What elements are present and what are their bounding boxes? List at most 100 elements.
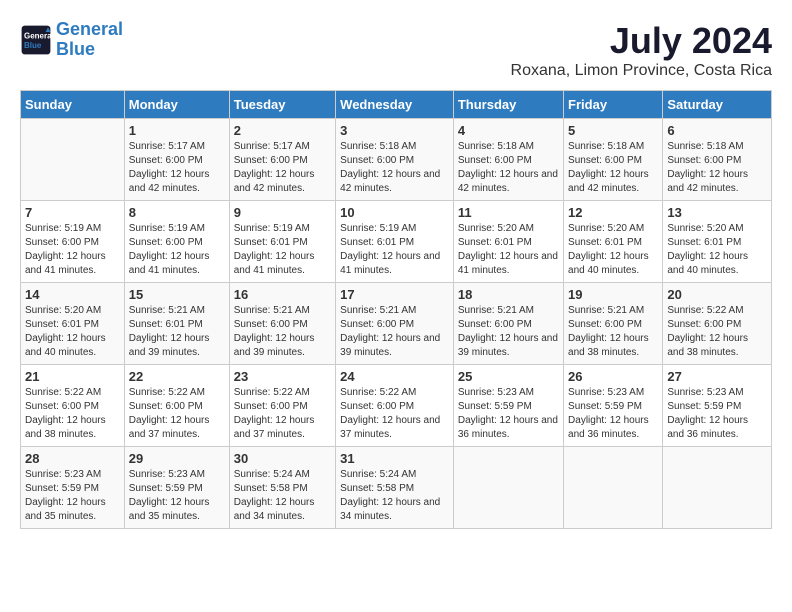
day-number: 16 (234, 287, 331, 302)
day-number: 14 (25, 287, 120, 302)
calendar-cell (21, 119, 125, 201)
calendar-cell: 11 Sunrise: 5:20 AMSunset: 6:01 PMDayligh… (453, 201, 563, 283)
calendar-cell: 29 Sunrise: 5:23 AMSunset: 5:59 PMDayligh… (124, 447, 229, 529)
day-number: 21 (25, 369, 120, 384)
day-number: 7 (25, 205, 120, 220)
day-info: Sunrise: 5:21 AMSunset: 6:00 PMDaylight:… (340, 304, 449, 360)
day-info: Sunrise: 5:20 AMSunset: 6:01 PMDaylight:… (568, 222, 658, 278)
day-number: 30 (234, 451, 331, 466)
day-info: Sunrise: 5:23 AMSunset: 5:59 PMDaylight:… (667, 386, 767, 442)
day-info: Sunrise: 5:23 AMSunset: 5:59 PMDaylight:… (568, 386, 658, 442)
logo-line1: General (56, 19, 123, 39)
header: General Blue General Blue July 2024 Roxa… (20, 20, 772, 80)
day-number: 5 (568, 123, 658, 138)
day-info: Sunrise: 5:24 AMSunset: 5:58 PMDaylight:… (340, 468, 449, 524)
day-info: Sunrise: 5:20 AMSunset: 6:01 PMDaylight:… (458, 222, 559, 278)
day-number: 31 (340, 451, 449, 466)
calendar-cell: 19 Sunrise: 5:21 AMSunset: 6:00 PMDayligh… (564, 283, 663, 365)
day-number: 25 (458, 369, 559, 384)
calendar-cell: 22Sunrise: 5:22 AMSunset: 6:00 PMDayligh… (124, 365, 229, 447)
week-row-4: 21 Sunrise: 5:22 AMSunset: 6:00 PMDayligh… (21, 365, 772, 447)
day-header-friday: Friday (564, 91, 663, 119)
calendar-cell: 13Sunrise: 5:20 AMSunset: 6:01 PMDayligh… (663, 201, 772, 283)
day-number: 28 (25, 451, 120, 466)
day-number: 27 (667, 369, 767, 384)
day-info: Sunrise: 5:21 AMSunset: 6:00 PMDaylight:… (568, 304, 658, 360)
day-number: 19 (568, 287, 658, 302)
calendar-cell: 26Sunrise: 5:23 AMSunset: 5:59 PMDayligh… (564, 365, 663, 447)
calendar-cell: 17Sunrise: 5:21 AMSunset: 6:00 PMDayligh… (336, 283, 454, 365)
title-area: July 2024 Roxana, Limon Province, Costa … (511, 20, 772, 80)
logo-icon: General Blue (20, 24, 52, 56)
calendar-cell: 5Sunrise: 5:18 AMSunset: 6:00 PMDaylight… (564, 119, 663, 201)
calendar-cell: 7Sunrise: 5:19 AMSunset: 6:00 PMDaylight… (21, 201, 125, 283)
calendar-cell: 25Sunrise: 5:23 AMSunset: 5:59 PMDayligh… (453, 365, 563, 447)
day-number: 3 (340, 123, 449, 138)
day-info: Sunrise: 5:22 AMSunset: 6:00 PMDaylight:… (25, 386, 120, 442)
week-row-3: 14 Sunrise: 5:20 AMSunset: 6:01 PMDayligh… (21, 283, 772, 365)
day-info: Sunrise: 5:23 AMSunset: 5:59 PMDaylight:… (25, 468, 120, 524)
calendar-table: SundayMondayTuesdayWednesdayThursdayFrid… (20, 90, 772, 529)
day-info: Sunrise: 5:21 AMSunset: 6:01 PMDaylight:… (129, 304, 225, 360)
day-info: Sunrise: 5:22 AMSunset: 6:00 PMDaylight:… (234, 386, 331, 442)
calendar-cell: 20 Sunrise: 5:22 AMSunset: 6:00 PMDayligh… (663, 283, 772, 365)
calendar-cell: 2 Sunrise: 5:17 AMSunset: 6:00 PMDaylight… (229, 119, 335, 201)
day-number: 4 (458, 123, 559, 138)
day-number: 12 (568, 205, 658, 220)
calendar-cell: 15 Sunrise: 5:21 AMSunset: 6:01 PMDayligh… (124, 283, 229, 365)
calendar-cell: 10 Sunrise: 5:19 AMSunset: 6:01 PMDayligh… (336, 201, 454, 283)
day-info: Sunrise: 5:17 AMSunset: 6:00 PMDaylight:… (234, 140, 331, 196)
day-number: 11 (458, 205, 559, 220)
day-number: 10 (340, 205, 449, 220)
calendar-cell: 14 Sunrise: 5:20 AMSunset: 6:01 PMDayligh… (21, 283, 125, 365)
week-row-1: 1 Sunrise: 5:17 AMSunset: 6:00 PMDaylight… (21, 119, 772, 201)
calendar-cell: 28 Sunrise: 5:23 AMSunset: 5:59 PMDayligh… (21, 447, 125, 529)
calendar-cell: 16Sunrise: 5:21 AMSunset: 6:00 PMDayligh… (229, 283, 335, 365)
day-number: 2 (234, 123, 331, 138)
day-header-thursday: Thursday (453, 91, 563, 119)
day-number: 18 (458, 287, 559, 302)
day-number: 8 (129, 205, 225, 220)
day-number: 13 (667, 205, 767, 220)
day-header-sunday: Sunday (21, 91, 125, 119)
calendar-cell: 9Sunrise: 5:19 AMSunset: 6:01 PMDaylight… (229, 201, 335, 283)
day-number: 6 (667, 123, 767, 138)
day-number: 9 (234, 205, 331, 220)
logo: General Blue General Blue (20, 20, 123, 60)
day-number: 22 (129, 369, 225, 384)
day-info: Sunrise: 5:19 AMSunset: 6:01 PMDaylight:… (340, 222, 449, 278)
calendar-cell: 12 Sunrise: 5:20 AMSunset: 6:01 PMDayligh… (564, 201, 663, 283)
day-number: 23 (234, 369, 331, 384)
day-header-tuesday: Tuesday (229, 91, 335, 119)
day-header-monday: Monday (124, 91, 229, 119)
week-row-2: 7 Sunrise: 5:19 AMSunset: 6:00 PMDaylight… (21, 201, 772, 283)
calendar-cell (453, 447, 563, 529)
day-number: 1 (129, 123, 225, 138)
day-info: Sunrise: 5:24 AMSunset: 5:58 PMDaylight:… (234, 468, 331, 524)
day-number: 15 (129, 287, 225, 302)
day-info: Sunrise: 5:17 AMSunset: 6:00 PMDaylight:… (129, 140, 225, 196)
calendar-cell: 18 Sunrise: 5:21 AMSunset: 6:00 PMDayligh… (453, 283, 563, 365)
day-info: Sunrise: 5:21 AMSunset: 6:00 PMDaylight:… (458, 304, 559, 360)
calendar-cell: 1 Sunrise: 5:17 AMSunset: 6:00 PMDaylight… (124, 119, 229, 201)
calendar-cell: 3Sunrise: 5:18 AMSunset: 6:00 PMDaylight… (336, 119, 454, 201)
day-info: Sunrise: 5:18 AMSunset: 6:00 PMDaylight:… (667, 140, 767, 196)
day-info: Sunrise: 5:22 AMSunset: 6:00 PMDaylight:… (667, 304, 767, 360)
week-row-5: 28 Sunrise: 5:23 AMSunset: 5:59 PMDayligh… (21, 447, 772, 529)
day-info: Sunrise: 5:22 AMSunset: 6:00 PMDaylight:… (340, 386, 449, 442)
calendar-cell: 23 Sunrise: 5:22 AMSunset: 6:00 PMDayligh… (229, 365, 335, 447)
svg-text:General: General (24, 31, 52, 40)
calendar-cell: 8 Sunrise: 5:19 AMSunset: 6:00 PMDaylight… (124, 201, 229, 283)
main-title: July 2024 (511, 20, 772, 62)
day-number: 20 (667, 287, 767, 302)
calendar-cell: 27 Sunrise: 5:23 AMSunset: 5:59 PMDayligh… (663, 365, 772, 447)
day-info: Sunrise: 5:18 AMSunset: 6:00 PMDaylight:… (458, 140, 559, 196)
day-number: 29 (129, 451, 225, 466)
day-header-wednesday: Wednesday (336, 91, 454, 119)
day-header-saturday: Saturday (663, 91, 772, 119)
calendar-cell: 30 Sunrise: 5:24 AMSunset: 5:58 PMDayligh… (229, 447, 335, 529)
day-info: Sunrise: 5:20 AMSunset: 6:01 PMDaylight:… (25, 304, 120, 360)
day-info: Sunrise: 5:19 AMSunset: 6:00 PMDaylight:… (129, 222, 225, 278)
day-info: Sunrise: 5:23 AMSunset: 5:59 PMDaylight:… (129, 468, 225, 524)
calendar-cell: 24Sunrise: 5:22 AMSunset: 6:00 PMDayligh… (336, 365, 454, 447)
